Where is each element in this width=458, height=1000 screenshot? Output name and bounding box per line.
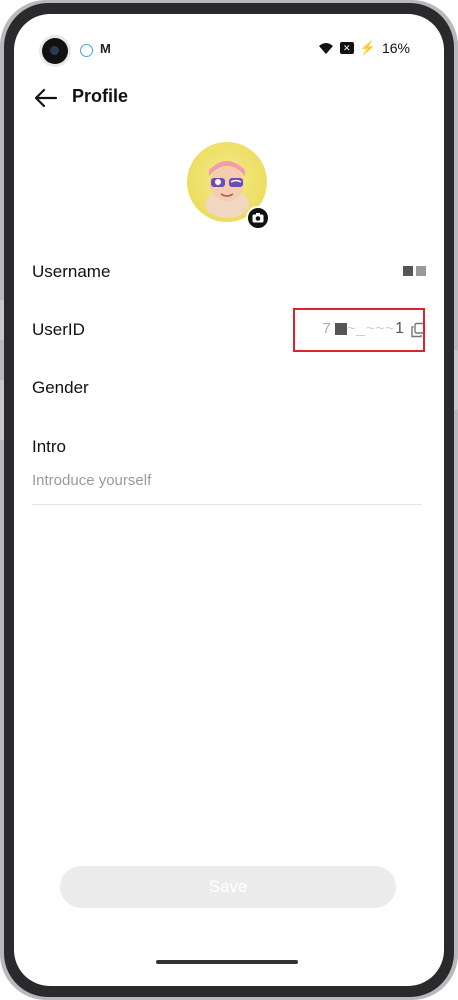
home-indicator[interactable]	[156, 960, 298, 964]
username-row[interactable]: Username	[32, 262, 426, 286]
username-label: Username	[32, 262, 111, 281]
header: Profile	[14, 84, 444, 124]
gmail-icon: M	[100, 41, 111, 56]
userid-highlight-box	[293, 308, 425, 352]
change-avatar-camera-icon[interactable]	[246, 206, 270, 230]
back-arrow-icon[interactable]	[32, 84, 60, 112]
sim-off-icon: ✕	[339, 42, 354, 54]
save-button[interactable]: Save	[60, 866, 396, 908]
battery-percent: 16%	[381, 40, 410, 56]
userid-label: UserID	[32, 320, 85, 339]
app-notification-icon	[80, 44, 93, 57]
gender-row[interactable]: Gender	[32, 378, 426, 402]
charging-icon: ⚡	[359, 40, 376, 55]
power-button	[454, 350, 458, 410]
volume-down-button	[0, 380, 4, 440]
username-value	[400, 262, 426, 279]
intro-label: Intro	[32, 437, 67, 456]
wifi-icon	[318, 42, 333, 54]
front-camera	[42, 38, 68, 64]
screen: M ✕ ⚡ 16% Profile Username UserID 7 ~_~~…	[14, 14, 444, 986]
page-title: Profile	[72, 86, 129, 106]
redacted-block	[416, 266, 426, 277]
intro-input[interactable]: Introduce yourself	[32, 472, 151, 489]
status-icons: ✕ ⚡ 16%	[318, 40, 410, 56]
intro-row: Intro	[32, 437, 426, 461]
volume-up-button	[0, 300, 4, 340]
intro-divider	[32, 504, 422, 505]
redacted-block	[403, 266, 413, 277]
gender-label: Gender	[32, 378, 89, 397]
status-bar: M ✕ ⚡ 16%	[14, 38, 444, 64]
